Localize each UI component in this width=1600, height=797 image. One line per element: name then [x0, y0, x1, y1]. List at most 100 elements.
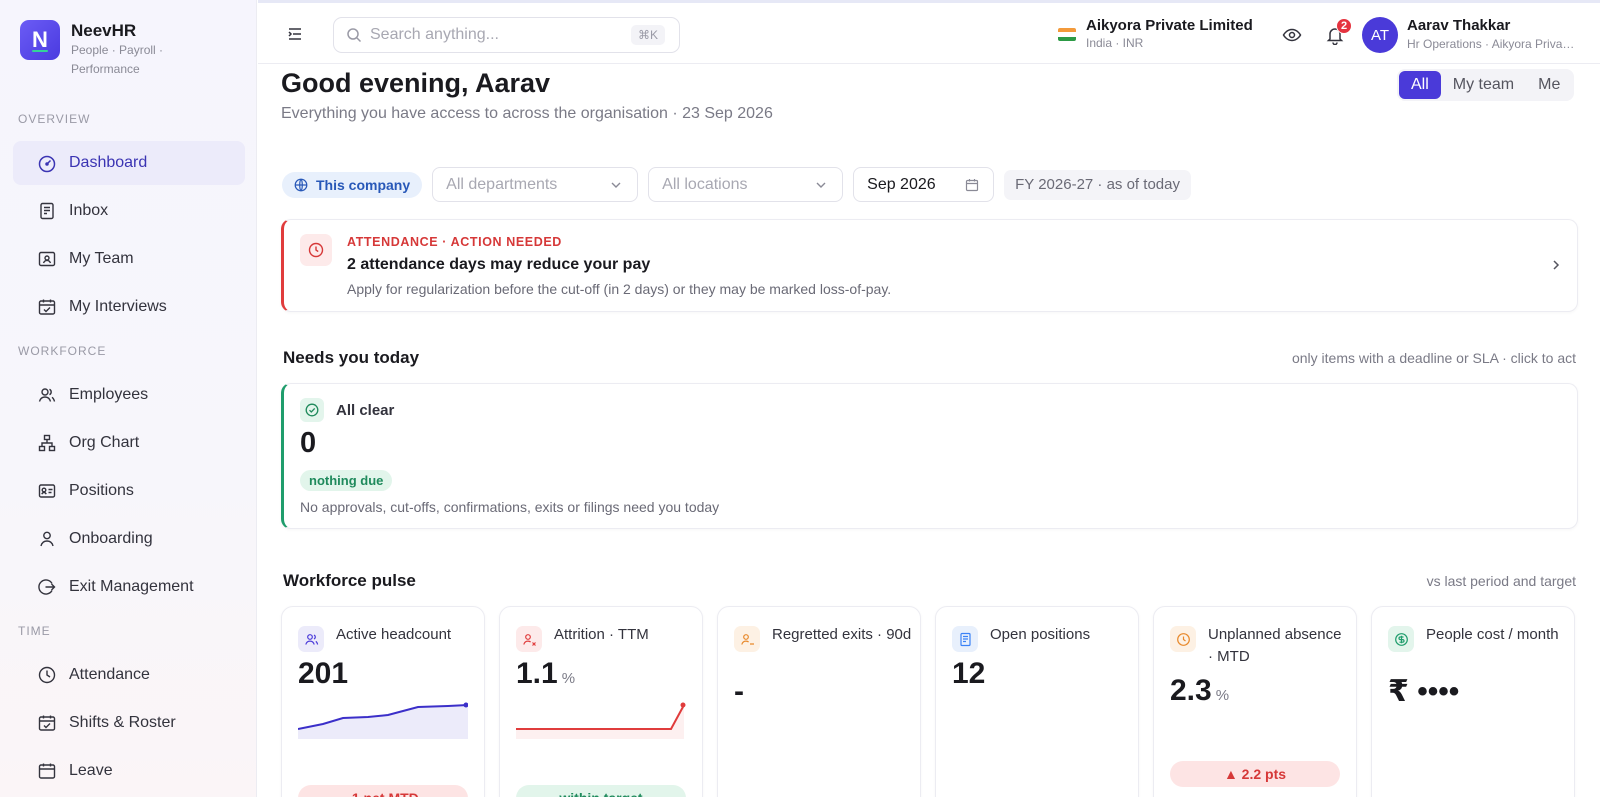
kpi-label: Open positions — [990, 626, 1091, 643]
sidebar-item-label: Shifts & Roster — [69, 714, 176, 731]
scope-tab-all[interactable]: All — [1399, 71, 1441, 99]
sidebar-item-leave[interactable]: Leave — [13, 749, 245, 793]
section-label-workforce: WORKFORCE — [18, 344, 107, 358]
fiscal-year-badge: FY 2026-27 · as of today — [1004, 169, 1191, 200]
org-name: Aikyora Private Limited — [1086, 17, 1253, 34]
sidebar-item-org-chart[interactable]: Org Chart — [13, 421, 245, 465]
user-role: Hr Operations · Aikyora Private Limited — [1407, 37, 1577, 51]
sidebar-item-label: Inbox — [69, 202, 109, 219]
sidebar-item-dashboard[interactable]: Dashboard — [13, 141, 245, 185]
filter-bar: This company All departments All locatio… — [282, 167, 1191, 202]
company-filter-label: This company — [316, 176, 411, 193]
check-circle-icon — [300, 398, 324, 422]
sidebar-item-label: Onboarding — [69, 530, 153, 547]
avatar[interactable]: AT — [1362, 17, 1398, 53]
kpi-pill: within target — [516, 785, 686, 797]
sidebar-item-label: Dashboard — [69, 154, 148, 171]
sidebar-item-label: Attendance — [69, 666, 150, 683]
alert-kicker: ATTENDANCE · ACTION NEEDED — [347, 235, 562, 249]
kpi-value: ₹ •••• — [1388, 675, 1460, 708]
sidebar-item-positions[interactable]: Positions — [13, 469, 245, 513]
kpi-pill: ▲ 2.2 pts — [1170, 761, 1340, 787]
search-box[interactable]: ⌘K — [333, 17, 680, 53]
chevron-down-icon — [816, 182, 826, 188]
kpi-card-open-positions[interactable]: Open positions 12 — [935, 606, 1139, 797]
topbar: ⌘K Aikyora Private Limited India · INR 2… — [258, 0, 1600, 64]
absence-icon — [1170, 626, 1196, 652]
employees-icon — [38, 388, 56, 402]
kpi-card-unplanned-absence[interactable]: Unplanned absence · MTD 2.3% ▲ 2.2 pts — [1153, 606, 1357, 797]
kpi-card-active-headcount[interactable]: Active headcount 201 -1 net MTD — [281, 606, 485, 797]
sidebar-item-attendance[interactable]: Attendance — [13, 653, 245, 697]
search-input[interactable] — [370, 26, 620, 44]
section-label-time: TIME — [18, 624, 51, 638]
notification-badge: 2 — [1336, 18, 1352, 34]
chevron-down-icon — [611, 182, 621, 188]
sidebar-item-shifts-roster[interactable]: Shifts & Roster — [13, 701, 245, 745]
kpi-value: 2.3% — [1170, 674, 1230, 707]
alert-description: Apply for regularization before the cut-… — [347, 281, 892, 297]
needs-today-title: Needs you today — [283, 348, 420, 367]
clock-alert-icon — [300, 234, 332, 266]
sidebar-item-label: Positions — [69, 482, 134, 499]
month-picker[interactable]: Sep 2026 — [853, 167, 995, 202]
kpi-value: 1.1% — [516, 657, 576, 690]
sidebar-item-label: Exit Management — [69, 578, 194, 595]
kpi-label: Attrition · TTM — [554, 626, 649, 643]
org-switcher[interactable]: Aikyora Private Limited India · INR — [1058, 17, 1253, 50]
search-icon — [347, 28, 362, 43]
scope-tab-my-team[interactable]: My team — [1441, 71, 1526, 99]
brand-logo: N — [20, 20, 60, 60]
sidebar-item-label: Leave — [69, 762, 113, 779]
brand[interactable]: N NeevHR People · Payroll · Performance — [20, 20, 181, 79]
needs-today-note: only items with a deadline or SLA · clic… — [1291, 350, 1576, 366]
team-icon — [38, 251, 56, 267]
kpi-card-regretted-exits[interactable]: Regretted exits · 90d - — [717, 606, 921, 797]
departments-select-value: All departments — [446, 175, 558, 193]
locations-select[interactable]: All locations — [648, 167, 844, 202]
sidebar-item-label: Employees — [69, 386, 149, 403]
sidebar-item-label: My Interviews — [69, 298, 167, 315]
cost-icon — [1388, 626, 1414, 652]
sidebar-item-my-interviews[interactable]: My Interviews — [13, 285, 245, 329]
page-title: Good evening, Aarav — [281, 68, 551, 98]
company-filter-chip[interactable]: This company — [282, 171, 423, 198]
departments-select[interactable]: All departments — [432, 167, 639, 202]
attendance-alert[interactable]: ATTENDANCE · ACTION NEEDED 2 attendance … — [281, 219, 1578, 312]
sidebar-item-onboarding[interactable]: Onboarding — [13, 517, 245, 561]
eye-icon[interactable] — [1282, 25, 1302, 45]
section-label-overview: OVERVIEW — [18, 112, 91, 126]
kpi-card-attrition[interactable]: Attrition · TTM 1.1% within target — [499, 606, 703, 797]
kpi-label: Active headcount — [336, 626, 452, 643]
calendar-icon — [38, 763, 56, 779]
needs-today-status: All clear — [336, 402, 395, 419]
sidebar-item-inbox[interactable]: Inbox — [13, 189, 245, 233]
attrition-sparkline — [516, 702, 686, 739]
attrition-icon — [516, 626, 542, 652]
sidebar-item-exit-management[interactable]: Exit Management — [13, 565, 245, 609]
globe-icon — [294, 178, 308, 191]
brand-tagline: People · Payroll · Performance — [71, 43, 164, 76]
chevron-right-icon — [1553, 260, 1560, 270]
kpi-label: Regretted exits · 90d — [772, 626, 912, 643]
sidebar-item-label: My Team — [69, 250, 134, 267]
search-shortcut: ⌘K — [630, 25, 665, 45]
alert-title: 2 attendance days may reduce your pay — [347, 256, 651, 273]
regretted-exits-icon — [734, 626, 760, 652]
kpi-card-people-cost[interactable]: People cost / month ₹ •••• — [1371, 606, 1575, 797]
kpi-pill: -1 net MTD — [298, 785, 468, 797]
scope-tab-me[interactable]: Me — [1526, 71, 1572, 99]
interviews-icon — [38, 299, 56, 315]
collapse-menu-icon[interactable] — [286, 25, 304, 43]
locations-select-value: All locations — [662, 175, 748, 193]
needs-today-card: All clear 0 nothing due No approvals, cu… — [281, 383, 1578, 529]
headcount-sparkline — [298, 702, 468, 739]
sidebar-item-employees[interactable]: Employees — [13, 373, 245, 417]
kpi-value: 12 — [952, 657, 986, 690]
roster-icon — [38, 715, 56, 731]
user-menu[interactable]: Aarav Thakkar Hr Operations · Aikyora Pr… — [1407, 17, 1577, 51]
clock-icon — [38, 666, 56, 684]
org-chart-icon — [38, 434, 56, 452]
sidebar-item-my-team[interactable]: My Team — [13, 237, 245, 281]
headcount-icon — [298, 626, 324, 652]
